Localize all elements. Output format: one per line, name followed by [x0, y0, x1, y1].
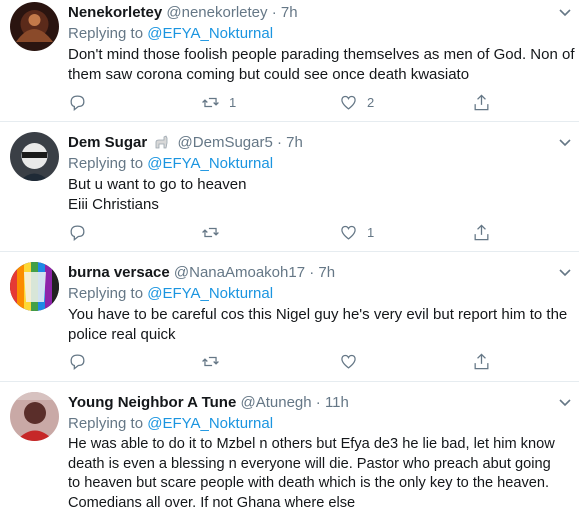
replying-prefix: Replying to — [68, 25, 148, 42]
display-name[interactable]: Dem Sugar — [68, 134, 147, 151]
reply-icon — [70, 225, 85, 241]
timestamp[interactable]: 11h — [325, 394, 349, 411]
display-name[interactable]: Nenekorletey — [68, 4, 162, 21]
tweet-header: burna versace @NanaAmoakoh17 · 7h — [68, 262, 573, 284]
retweet-button[interactable] — [201, 221, 229, 243]
heart-icon — [341, 95, 356, 110]
replying-to: Replying to @EFYA_Nokturnal — [68, 284, 573, 304]
retweet-count: 1 — [229, 94, 237, 110]
reply-button[interactable] — [68, 221, 96, 243]
tweet-header: Dem Sugar @DemSugar5 · 7h — [68, 132, 573, 154]
tweet-text: Don't mind those foolish people parading… — [68, 45, 575, 84]
separator-dot: · — [309, 264, 315, 281]
avatar[interactable] — [10, 262, 59, 311]
like-button[interactable]: 1 — [339, 221, 374, 243]
separator-dot: · — [277, 134, 282, 151]
user-handle[interactable]: @nenekorletey — [166, 4, 267, 21]
tweet-text-line: them saw corona coming but could see onc… — [68, 65, 470, 83]
tweet-text-line: Don't mind those foolish people parading… — [68, 46, 575, 63]
heart-icon — [341, 225, 356, 240]
like-button[interactable] — [339, 350, 367, 372]
replying-to: Replying to @EFYA_Nokturnal — [68, 414, 573, 434]
retweet-button[interactable]: 1 — [201, 91, 236, 113]
replying-to: Replying to @EFYA_Nokturnal — [68, 24, 573, 44]
display-name[interactable]: Young Neighbor A Tune — [68, 394, 236, 411]
reply-button[interactable] — [68, 91, 96, 113]
tweet-text-line: But u want to go to heaven — [68, 176, 247, 193]
tweet-actions — [68, 350, 498, 372]
tweet-text: You have to be careful cos this Nigel gu… — [68, 305, 573, 344]
share-icon — [474, 93, 489, 110]
avatar[interactable] — [10, 2, 59, 51]
tweet-actions: 1 2 — [68, 91, 498, 113]
tweet[interactable]: burna versace @NanaAmoakoh17 · 7h Replyi… — [0, 252, 579, 382]
retweet-button[interactable] — [201, 350, 229, 372]
share-button[interactable] — [472, 91, 491, 113]
replying-prefix: Replying to — [68, 285, 148, 302]
replying-to-link[interactable]: @EFYA_Nokturnal — [147, 285, 273, 302]
timestamp[interactable]: 7h — [318, 264, 335, 281]
display-name[interactable]: burna versace — [68, 264, 170, 281]
tweet-actions: 1 — [68, 221, 498, 243]
user-handle[interactable]: @DemSugar5 — [178, 134, 273, 151]
like-count: 1 — [367, 224, 375, 240]
reply-icon — [70, 354, 85, 370]
like-count: 2 — [367, 94, 375, 110]
more-options-icon[interactable] — [557, 264, 573, 280]
more-options-icon[interactable] — [557, 394, 573, 410]
tweet-header: Young Neighbor A Tune @Atunegh · 11h — [68, 392, 573, 414]
share-icon — [474, 352, 489, 369]
reply-icon — [70, 95, 85, 111]
replying-prefix: Replying to — [68, 415, 148, 432]
like-button[interactable]: 2 — [339, 91, 374, 113]
retweet-icon — [202, 97, 219, 107]
tweet-text-line: Comedians all over. If not Ghana where e… — [68, 494, 356, 511]
tweet-text-line: to heaven but scare people with death wh… — [68, 475, 550, 491]
retweet-icon — [202, 356, 219, 366]
timestamp[interactable]: 7h — [286, 134, 303, 151]
tweet-text: But u want to go to heaven Eiii Christia… — [68, 175, 573, 214]
llama-emoji-icon — [155, 135, 168, 149]
tweet-text-line: You have to be careful cos this Nigel gu… — [68, 306, 568, 323]
user-handle[interactable]: @NanaAmoakoh17 — [174, 264, 305, 281]
replying-prefix: Replying to — [68, 155, 148, 172]
user-handle[interactable]: @Atunegh — [240, 394, 311, 411]
tweet-text-line: He was able to do it to Mzbel n others b… — [68, 436, 555, 452]
tweet-text: He was able to do it to Mzbel n others b… — [68, 435, 573, 513]
replying-to-link[interactable]: @EFYA_Nokturnal — [147, 155, 273, 172]
tweet-text-line: death is even a blessing n everyone will… — [68, 455, 551, 472]
tweet-header: Nenekorletey @nenekorletey · 7h — [68, 2, 573, 24]
tweet[interactable]: Young Neighbor A Tune @Atunegh · 11h Rep… — [0, 382, 579, 523]
avatar[interactable] — [10, 132, 59, 181]
replying-to-link[interactable]: @EFYA_Nokturnal — [147, 415, 273, 432]
timestamp[interactable]: 7h — [281, 4, 298, 21]
tweet-text-line: Eiii Christians — [68, 195, 159, 213]
tweet[interactable]: Dem Sugar @DemSugar5 · 7h Replying to @E… — [0, 122, 579, 252]
reply-button[interactable] — [68, 350, 96, 372]
tweet-text-line: police real quick — [68, 325, 176, 343]
more-options-icon[interactable] — [557, 134, 573, 150]
separator-dot: · — [315, 394, 321, 411]
more-options-icon[interactable] — [557, 4, 573, 20]
share-icon — [474, 223, 489, 240]
avatar[interactable] — [10, 392, 59, 441]
retweet-icon — [202, 227, 219, 237]
heart-icon — [341, 354, 356, 369]
share-button[interactable] — [472, 350, 491, 372]
share-button[interactable] — [472, 221, 491, 243]
tweet[interactable]: Nenekorletey @nenekorletey · 7h Replying… — [0, 0, 579, 122]
replying-to: Replying to @EFYA_Nokturnal — [68, 154, 573, 174]
separator-dot: · — [271, 4, 277, 21]
replying-to-link[interactable]: @EFYA_Nokturnal — [147, 25, 273, 42]
